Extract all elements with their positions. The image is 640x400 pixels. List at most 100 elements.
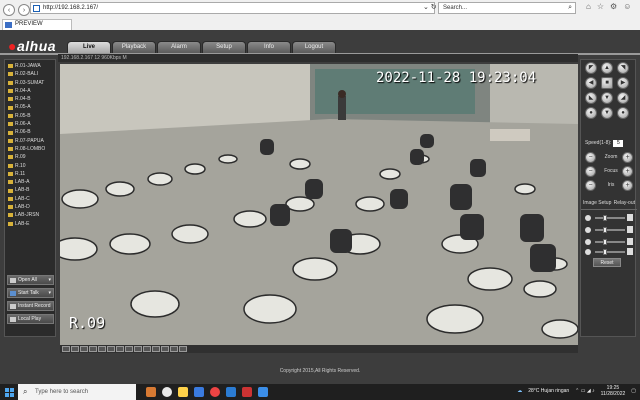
camera-item[interactable]: R.03-SUMAT — [5, 79, 56, 87]
camera-item[interactable]: LAB-E — [5, 220, 56, 228]
camera-item[interactable]: R.02-BALI — [5, 70, 56, 78]
ptz-left-icon[interactable]: ◀ — [585, 77, 597, 89]
chevron-down-icon[interactable]: ▾ — [48, 276, 51, 285]
speed-select[interactable]: 5 — [613, 140, 624, 147]
ptz-extra-mid-icon[interactable]: ▼ — [601, 107, 613, 119]
camera-item[interactable]: LAB-B — [5, 186, 56, 194]
contrast-slider[interactable] — [585, 226, 633, 234]
camera-item[interactable]: R.01-JAWA — [5, 62, 56, 70]
hue-slider[interactable] — [585, 248, 633, 256]
browser-search-input[interactable]: Search... ⌕ — [438, 2, 576, 14]
layout-8-icon[interactable] — [80, 346, 88, 352]
video-feed[interactable]: 2022-11-28 19:23:04 R.09 — [60, 64, 578, 346]
camera-item[interactable]: R.10 — [5, 162, 56, 170]
iris-close-icon[interactable]: − — [585, 180, 596, 191]
camera-item[interactable]: R.04-A — [5, 87, 56, 95]
url-field[interactable]: http://192.168.2.167/ — [30, 2, 435, 14]
back-icon[interactable]: ‹ — [3, 4, 15, 16]
camera-item[interactable]: R.07-PAPUA — [5, 137, 56, 145]
brightness-slider[interactable] — [585, 214, 633, 222]
camera-item[interactable]: R.11 — [5, 170, 56, 178]
camera-item[interactable]: LAB-A — [5, 178, 56, 186]
camera-item[interactable]: R.09 — [5, 153, 56, 161]
tab-setup[interactable]: Setup — [202, 41, 246, 53]
camera-item[interactable]: R.08-LOMBO — [5, 145, 56, 153]
fullscreen-icon[interactable] — [107, 346, 115, 352]
camera-item[interactable]: R.05-A — [5, 103, 56, 111]
open-all-button[interactable]: Open All ▾ — [7, 275, 54, 285]
tab-alarm[interactable]: Alarm — [157, 41, 201, 53]
weather-text[interactable]: 28°C Hujan ringan — [528, 388, 569, 394]
tab-image-setup[interactable]: Image Setup — [583, 200, 611, 209]
clock[interactable]: 19:25 11/28/2022 — [601, 385, 626, 397]
layout-9-icon[interactable] — [89, 346, 97, 352]
ptz-up-right-icon[interactable]: ◥ — [617, 62, 629, 74]
camera-item[interactable]: R.06-B — [5, 128, 56, 136]
zoom-in-icon[interactable]: + — [622, 152, 633, 163]
notification-icon[interactable]: ▢ — [631, 388, 636, 394]
ptz-speed[interactable]: Speed(1-8): 5 — [585, 140, 624, 147]
iris-open-icon[interactable]: + — [622, 180, 633, 191]
ptz-up-left-icon[interactable]: ◤ — [585, 62, 597, 74]
tab-relay-out[interactable]: Relay-out — [614, 200, 635, 209]
ptz-down-left-icon[interactable]: ◣ — [585, 92, 597, 104]
layout-16-icon[interactable] — [98, 346, 106, 352]
home-icon[interactable]: ⌂ — [586, 2, 591, 11]
file-explorer-icon[interactable] — [178, 387, 188, 397]
camera-item[interactable]: R.05-B — [5, 112, 56, 120]
zoom-out-icon[interactable]: − — [585, 152, 596, 163]
focus-far-icon[interactable]: + — [622, 166, 633, 177]
ptz-right-icon[interactable]: ▶ — [617, 77, 629, 89]
layout-4-icon[interactable] — [71, 346, 79, 352]
audio-icon[interactable] — [161, 346, 169, 352]
start-talk-button[interactable]: Start Talk ▾ — [7, 288, 54, 298]
local-play-button[interactable]: Local Play — [7, 314, 54, 324]
task-view-icon[interactable] — [162, 387, 172, 397]
edge-icon[interactable] — [194, 387, 204, 397]
camera-item[interactable]: LAB-JRSN — [5, 211, 56, 219]
ptz-down-right-icon[interactable]: ◢ — [617, 92, 629, 104]
chevron-down-icon[interactable]: ▾ — [48, 289, 51, 298]
record-icon[interactable] — [125, 346, 133, 352]
smiley-icon[interactable]: ☺ — [623, 2, 631, 11]
camera-item[interactable]: LAB-C — [5, 195, 56, 203]
word-icon[interactable] — [226, 387, 236, 397]
forward-icon[interactable]: › — [18, 4, 30, 16]
zoom-icon[interactable] — [170, 346, 178, 352]
tab-live[interactable]: Live — [67, 41, 111, 53]
tab-logout[interactable]: Logout — [292, 41, 336, 53]
saturation-slider[interactable] — [585, 238, 633, 246]
instant-record-button[interactable]: Instant Record — [7, 301, 54, 311]
app-red-icon[interactable] — [242, 387, 252, 397]
camera-item[interactable]: R.04-B — [5, 95, 56, 103]
ptz-center-icon[interactable]: ■ — [601, 77, 613, 89]
internet-explorer-icon[interactable] — [258, 387, 268, 397]
ptz-extra-left-icon[interactable]: ● — [585, 107, 597, 119]
tour-icon[interactable] — [179, 346, 187, 352]
ptz-extra-right-icon[interactable]: ● — [617, 107, 629, 119]
camera-item[interactable]: R.06-A — [5, 120, 56, 128]
snapshot-icon[interactable] — [116, 346, 124, 352]
reset-button[interactable]: Reset — [593, 258, 621, 267]
ptz-down-icon[interactable]: ▼ — [601, 92, 613, 104]
gear-icon[interactable]: ⚙ — [610, 2, 617, 11]
taskbar-search-input[interactable]: ⌕ Type here to search — [18, 384, 136, 400]
gift-app-icon[interactable] — [146, 387, 156, 397]
tray-icons[interactable]: ⌃ ▭ ◢ ♪ — [575, 388, 594, 394]
tab-info[interactable]: Info — [247, 41, 291, 53]
chrome-icon[interactable] — [210, 387, 220, 397]
stream-extra-icon[interactable] — [143, 346, 151, 352]
camera-item[interactable]: LAB-D — [5, 203, 56, 211]
star-icon[interactable]: ☆ — [597, 2, 604, 11]
url-tools[interactable]: ⌄ ↻ — [423, 3, 437, 11]
stream-main-icon[interactable] — [134, 346, 142, 352]
camera-label: R.09 — [15, 154, 26, 161]
browser-tab[interactable]: PREVIEW — [2, 19, 72, 30]
close-video-icon[interactable] — [152, 346, 160, 352]
layout-1-icon[interactable] — [62, 346, 70, 352]
search-icon[interactable]: ⌕ — [568, 4, 572, 12]
tab-playback[interactable]: Playback — [112, 41, 156, 53]
start-button[interactable] — [0, 384, 18, 400]
ptz-up-icon[interactable]: ▲ — [601, 62, 613, 74]
focus-near-icon[interactable]: − — [585, 166, 596, 177]
